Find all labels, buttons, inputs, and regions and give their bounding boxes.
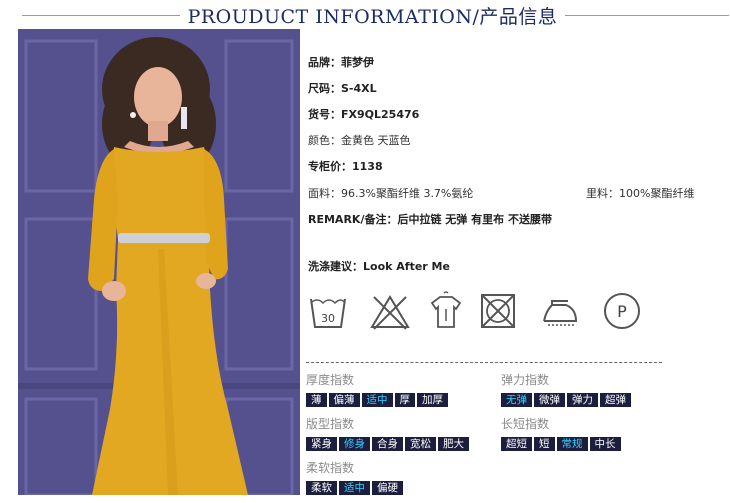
thickness-chips: 薄偏薄 适中厚加厚 [306, 393, 448, 407]
elasticity-chips: 无弹 微弹 弹力 超弹 [501, 393, 631, 407]
thickness-chip: 加厚 [417, 393, 448, 407]
header-rule-left [22, 15, 180, 16]
info-washing: 洗涤建议：Look After Me [308, 260, 450, 273]
elasticity-chip: 超弹 [600, 393, 631, 407]
wash-30-icon: 30 [306, 291, 350, 333]
no-bleach-icon [368, 291, 412, 333]
thickness-chip: 偏薄 [328, 393, 360, 407]
softness-chip: 偏硬 [372, 481, 403, 495]
product-photo [18, 29, 300, 495]
info-size: 尺码：S-4XL [308, 82, 377, 95]
info-fabric: 面料：96.3%聚酯纤维 3.7%氨纶 [308, 187, 474, 200]
header-rule-right [565, 15, 729, 16]
fit-chip: 肥大 [438, 437, 469, 451]
length-chip: 超短 [501, 437, 532, 451]
info-lining: 里料：100%聚酯纤维 [586, 187, 695, 200]
product-photo-illustration [18, 29, 300, 495]
care-icons-row: 30 P [306, 291, 646, 333]
dry-clean-p-icon: P [600, 291, 644, 333]
info-item-no: 货号：FX9QL25476 [308, 108, 420, 121]
fit-chip: 修身 [339, 437, 370, 451]
length-title: 长短指数 [501, 417, 550, 431]
softness-title: 柔软指数 [306, 461, 355, 475]
no-tumble-dry-icon [476, 291, 520, 333]
thickness-chip: 适中 [361, 393, 393, 407]
thickness-title: 厚度指数 [306, 373, 355, 387]
length-chip: 短 [534, 437, 555, 451]
elasticity-chip: 微弹 [534, 393, 565, 407]
page-title: PROUDUCT INFORMATION/产品信息 [187, 6, 558, 28]
svg-text:30: 30 [321, 312, 335, 325]
iron-low-icon [538, 291, 582, 333]
info-remark: REMARK/备注：后中拉链 无弹 有里布 不送腰带 [308, 213, 552, 226]
info-color: 颜色：金黄色 天蓝色 [308, 134, 411, 147]
elasticity-chip: 无弹 [501, 393, 532, 407]
thickness-chip: 厚 [394, 393, 415, 407]
length-chips: 超短短常规 中长 [501, 437, 621, 451]
info-brand: 品牌：菲梦伊 [308, 56, 374, 69]
length-chip: 常规 [556, 437, 588, 451]
length-chip: 中长 [589, 437, 621, 451]
info-price: 专柜价：1138 [308, 160, 383, 173]
svg-text:P: P [617, 302, 627, 321]
fit-chips: 紧身 修身 合身 宽松 肥大 [306, 437, 469, 451]
fit-chip: 合身 [372, 437, 403, 451]
softness-chip: 适中 [339, 481, 370, 495]
elasticity-title: 弹力指数 [501, 373, 550, 387]
fit-title: 版型指数 [306, 417, 355, 431]
softness-chip: 柔软 [306, 481, 337, 495]
thickness-chip: 薄 [306, 393, 327, 407]
drip-dry-icon [424, 291, 468, 333]
elasticity-chip: 弹力 [567, 393, 598, 407]
fit-chip: 宽松 [405, 437, 436, 451]
section-divider [306, 362, 662, 363]
softness-chips: 柔软 适中 偏硬 [306, 481, 403, 495]
fit-chip: 紧身 [306, 437, 337, 451]
